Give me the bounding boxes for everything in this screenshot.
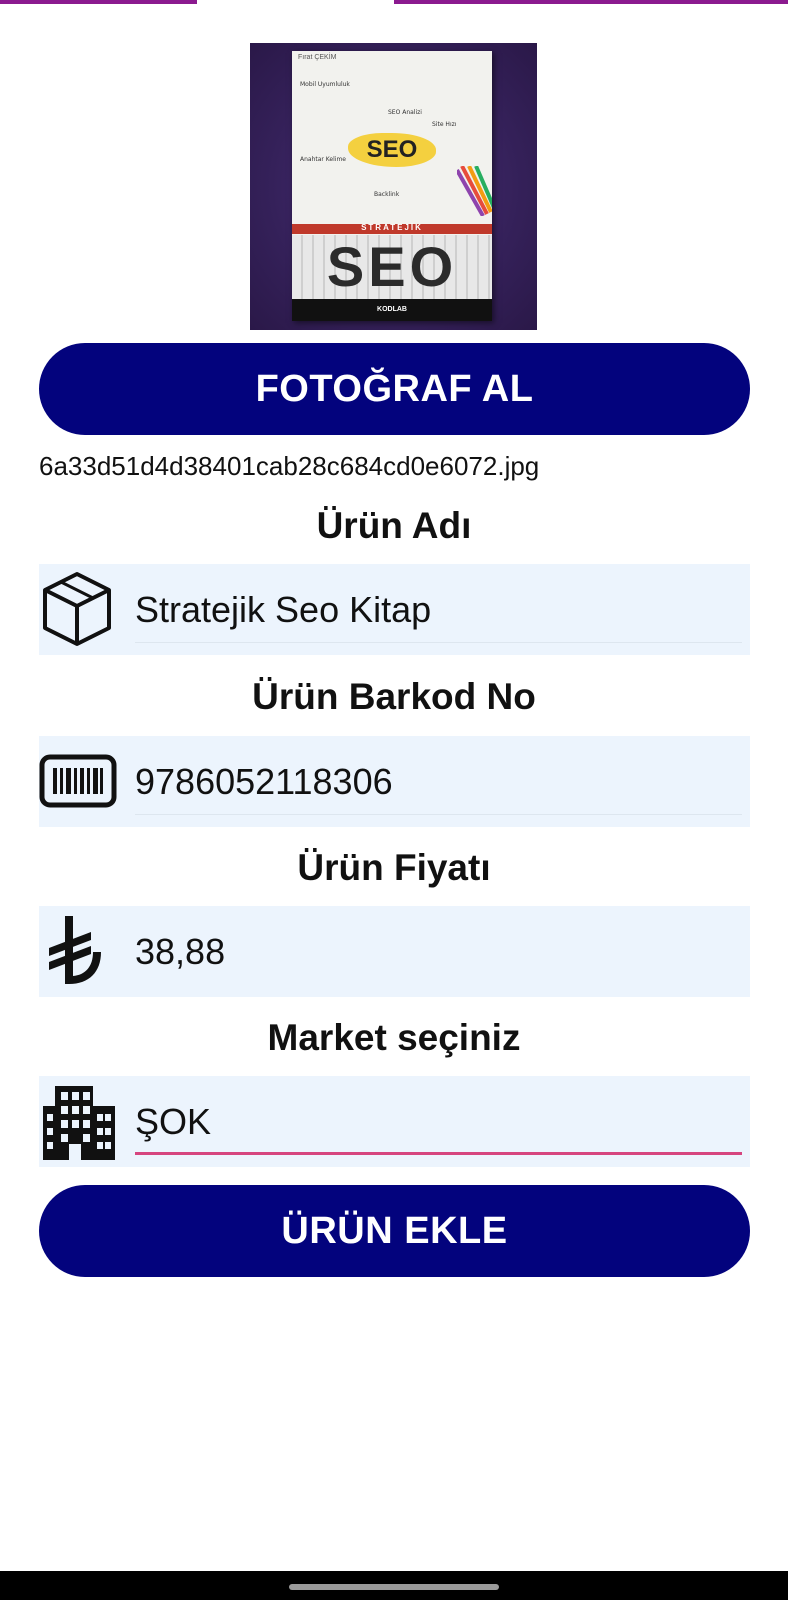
box-icon bbox=[39, 564, 119, 655]
book-seo-small: SEO bbox=[348, 133, 436, 167]
book-author: Fırat ÇEKİM bbox=[298, 54, 337, 61]
add-product-button[interactable]: ÜRÜN EKLE bbox=[39, 1185, 750, 1277]
field-underline bbox=[135, 814, 742, 815]
book-scribble: Site Hızı bbox=[432, 121, 457, 128]
tab-indicator-strip bbox=[0, 0, 788, 4]
tab-indicator-active bbox=[197, 0, 394, 4]
home-gesture-handle[interactable] bbox=[289, 1584, 499, 1590]
book-publisher: KODLAB bbox=[292, 299, 492, 321]
tab-indicator-right bbox=[394, 0, 788, 4]
book-band-text: STRATEJİK bbox=[361, 223, 423, 232]
lira-icon bbox=[39, 906, 119, 997]
price-field[interactable]: 38,88 bbox=[39, 906, 750, 997]
product-name-field[interactable]: Stratejik Seo Kitap bbox=[39, 564, 750, 655]
barcode-label: Ürün Barkod No bbox=[252, 676, 536, 717]
book-scribble: Backlink bbox=[374, 191, 400, 198]
product-name-label: Ürün Adı bbox=[316, 505, 472, 546]
book-scribble: Mobil Uyumluluk bbox=[300, 81, 350, 88]
price-label: Ürün Fiyatı bbox=[297, 847, 491, 888]
take-photo-button[interactable]: FOTOĞRAF AL bbox=[39, 343, 750, 435]
market-field[interactable]: ŞOK bbox=[39, 1076, 750, 1167]
barcode-field[interactable]: 9786052118306 bbox=[39, 736, 750, 827]
book-seo-big: SEO bbox=[292, 235, 492, 299]
book-scribble: SEO Analizi bbox=[388, 109, 422, 116]
barcode-icon bbox=[39, 736, 119, 827]
building-icon bbox=[39, 1076, 119, 1167]
field-underline-focused bbox=[135, 1152, 742, 1155]
add-product-screen: Fırat ÇEKİM SEO Analizi Backlink Mobil U… bbox=[0, 0, 788, 1600]
book-scribble: Anahtar Kelime bbox=[300, 156, 346, 163]
price-input[interactable]: 38,88 bbox=[135, 906, 225, 997]
book-cover: Fırat ÇEKİM SEO Analizi Backlink Mobil U… bbox=[292, 51, 492, 321]
market-label: Market seçiniz bbox=[267, 1017, 521, 1058]
pencils-illustration bbox=[457, 166, 492, 216]
photo-filename: 6a33d51d4d38401cab28c684cd0e6072.jpg bbox=[39, 451, 540, 481]
product-photo: Fırat ÇEKİM SEO Analizi Backlink Mobil U… bbox=[250, 43, 537, 330]
tab-indicator-left bbox=[0, 0, 197, 4]
field-underline bbox=[135, 642, 742, 643]
